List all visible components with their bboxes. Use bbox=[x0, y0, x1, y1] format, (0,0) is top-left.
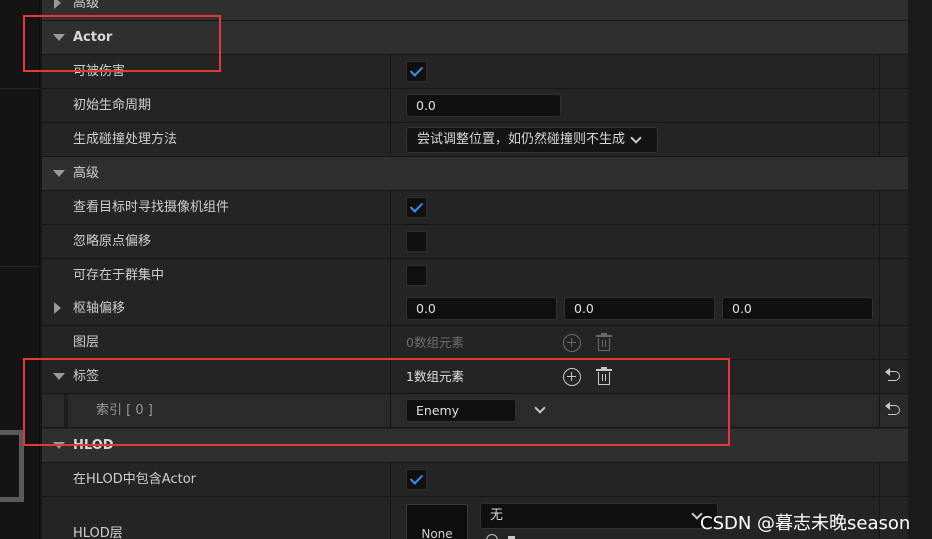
prop-tags: 标签 1数组元素 bbox=[42, 360, 908, 394]
category-advanced[interactable]: 高级 bbox=[42, 157, 908, 191]
prop-label: 标签 bbox=[73, 369, 100, 384]
tag-value-input[interactable]: Enemy bbox=[406, 399, 516, 422]
prop-label: 可被伤害 bbox=[73, 64, 126, 79]
can-be-damaged-checkbox[interactable] bbox=[406, 61, 427, 82]
prop-can-exist-in-cluster: 可存在于群集中 bbox=[42, 259, 908, 293]
chevron-down-icon bbox=[630, 132, 642, 144]
find-camera-checkbox[interactable] bbox=[406, 197, 427, 218]
can-exist-in-cluster-checkbox[interactable] bbox=[406, 265, 427, 286]
prop-ignore-origin-shift: 忽略原点偏移 bbox=[42, 225, 908, 259]
prop-label: 在HLOD中包含Actor bbox=[73, 472, 197, 487]
prop-label: 枢轴偏移 bbox=[73, 301, 126, 316]
category-label: HLOD bbox=[73, 438, 114, 453]
triangle-down-icon[interactable] bbox=[53, 170, 65, 177]
category-advanced-top[interactable]: 高级 bbox=[42, 0, 908, 21]
reset-arrow-icon[interactable] bbox=[885, 402, 902, 417]
hlod-layer-dropdown[interactable]: 无 bbox=[480, 503, 718, 529]
plus-circle-icon[interactable] bbox=[563, 334, 581, 352]
initial-life-span-input[interactable]: 0.0 bbox=[406, 94, 561, 117]
chevron-down-icon[interactable] bbox=[534, 402, 546, 414]
pivot-z-input[interactable]: 0.0 bbox=[722, 297, 873, 320]
trash-icon[interactable] bbox=[596, 333, 612, 352]
pivot-x-input[interactable]: 0.0 bbox=[406, 297, 557, 320]
plus-circle-icon[interactable] bbox=[563, 368, 581, 386]
prop-label: 索引 [ 0 ] bbox=[96, 403, 153, 418]
prop-label: 可存在于群集中 bbox=[73, 268, 165, 283]
ignore-origin-shift-checkbox[interactable] bbox=[406, 231, 427, 252]
category-hlod[interactable]: HLOD bbox=[42, 429, 908, 463]
triangle-down-icon[interactable] bbox=[53, 373, 65, 380]
dropdown-value: 尝试调整位置，如仍然碰撞则不生成 bbox=[417, 132, 626, 147]
category-label: Actor bbox=[73, 30, 113, 45]
prop-label: 初始生命周期 bbox=[73, 98, 152, 113]
category-label: 高级 bbox=[73, 166, 100, 181]
checkmark-icon bbox=[409, 471, 424, 485]
prop-label: 忽略原点偏移 bbox=[73, 234, 152, 249]
category-label: 高级 bbox=[73, 0, 100, 11]
triangle-down-icon[interactable] bbox=[53, 34, 65, 41]
prop-layers: 图层 0数组元素 bbox=[42, 326, 908, 360]
prop-find-camera: 查看目标时寻找摄像机组件 bbox=[42, 191, 908, 225]
prop-include-in-hlod: 在HLOD中包含Actor bbox=[42, 463, 908, 497]
dropdown-value: 无 bbox=[490, 508, 504, 523]
details-property-list: 高级 Actor 可被伤害 初始生命周期 0.0 生成碰撞处理方法 尝试调整位置… bbox=[42, 0, 908, 539]
hlod-asset-actions[interactable] bbox=[486, 531, 516, 539]
layers-count: 0数组元素 bbox=[406, 335, 464, 350]
tags-count: 1数组元素 bbox=[406, 369, 464, 384]
triangle-right-icon[interactable] bbox=[54, 0, 61, 9]
category-actor[interactable]: Actor bbox=[42, 21, 908, 55]
prop-label: 查看目标时寻找摄像机组件 bbox=[73, 200, 230, 215]
hlod-layer-thumbnail[interactable]: None bbox=[406, 504, 468, 539]
spawn-collision-dropdown[interactable]: 尝试调整位置，如仍然碰撞则不生成 bbox=[406, 127, 658, 153]
triangle-right-icon[interactable] bbox=[54, 302, 61, 314]
prop-label: 图层 bbox=[73, 335, 100, 350]
prop-tag-index-0: 索引 [ 0 ] Enemy bbox=[42, 394, 908, 428]
browse-circle-icon[interactable] bbox=[486, 534, 498, 539]
checkmark-icon bbox=[409, 199, 424, 213]
prop-spawn-collision: 生成碰撞处理方法 尝试调整位置，如仍然碰撞则不生成 bbox=[42, 123, 908, 157]
prop-label: HLOD层 bbox=[73, 526, 123, 539]
checkmark-icon bbox=[409, 63, 424, 77]
reset-arrow-icon[interactable] bbox=[885, 368, 902, 383]
triangle-down-icon[interactable] bbox=[53, 442, 65, 449]
trash-icon[interactable] bbox=[596, 367, 612, 386]
prop-can-be-damaged: 可被伤害 bbox=[42, 55, 908, 89]
left-graph-strip bbox=[0, 0, 40, 539]
watermark: CSDN @暮志未晚season bbox=[700, 513, 911, 534]
prop-initial-life-span: 初始生命周期 0.0 bbox=[42, 89, 908, 123]
pivot-y-input[interactable]: 0.0 bbox=[564, 297, 715, 320]
include-in-hlod-checkbox[interactable] bbox=[406, 469, 427, 490]
prop-pivot-offset: 枢轴偏移 0.0 0.0 0.0 bbox=[42, 292, 908, 326]
prop-label: 生成碰撞处理方法 bbox=[73, 132, 178, 147]
right-scroll-strip[interactable] bbox=[908, 0, 932, 539]
background-glyph bbox=[0, 430, 24, 502]
details-panel-screenshot: 高级 Actor 可被伤害 初始生命周期 0.0 生成碰撞处理方法 尝试调整位置… bbox=[0, 0, 932, 539]
